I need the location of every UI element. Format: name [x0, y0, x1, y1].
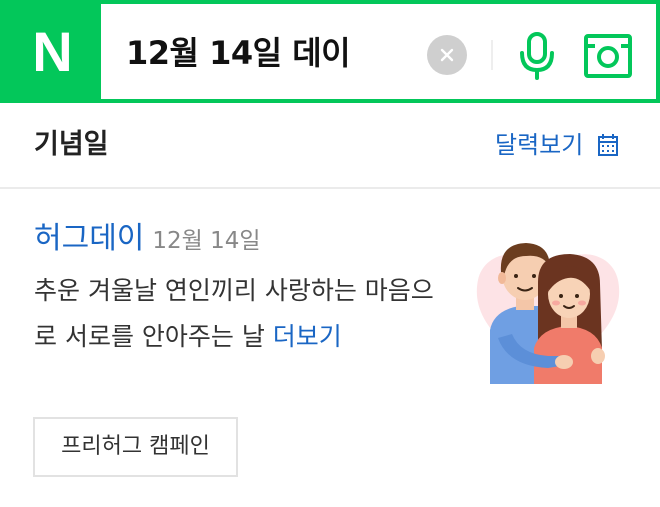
clear-icon: [440, 48, 454, 62]
calendar-link-label: 달력보기: [495, 131, 584, 159]
more-link[interactable]: 더보기: [273, 322, 342, 351]
calendar-view-link[interactable]: 달력보기: [495, 125, 619, 165]
event-title-row: 허그데이 12월 14일: [34, 218, 261, 264]
search-bar: N 12월 14일 데이: [0, 0, 660, 103]
smart-lens-icon: [584, 34, 632, 78]
event-name-link[interactable]: 허그데이: [34, 221, 144, 256]
voice-search-button[interactable]: [514, 30, 560, 82]
campaign-button-label: 프리허그 캠페인: [61, 434, 210, 459]
event-date: 12월 14일: [152, 228, 261, 254]
naver-logo[interactable]: N: [4, 4, 101, 99]
logo-letter: N: [32, 19, 73, 83]
free-hug-campaign-button[interactable]: 프리허그 캠페인: [33, 417, 238, 477]
hugging-couple-illustration: [468, 238, 628, 384]
smart-lens-button[interactable]: [582, 30, 634, 82]
event-description-text: 추운 겨울날 연인끼리 사랑하는 마음으로 서로를 안아주는 날: [34, 276, 434, 351]
anniversary-section-header: 기념일 달력보기: [0, 103, 660, 189]
search-divider: [491, 40, 493, 70]
calendar-icon: [597, 133, 619, 157]
event-description: 추운 겨울날 연인끼리 사랑하는 마음으로 서로를 안아주는 날 더보기: [34, 268, 454, 360]
search-input[interactable]: 12월 14일 데이: [126, 31, 351, 75]
section-title: 기념일: [34, 129, 109, 160]
microphone-icon: [520, 32, 554, 80]
clear-button[interactable]: [427, 35, 467, 75]
